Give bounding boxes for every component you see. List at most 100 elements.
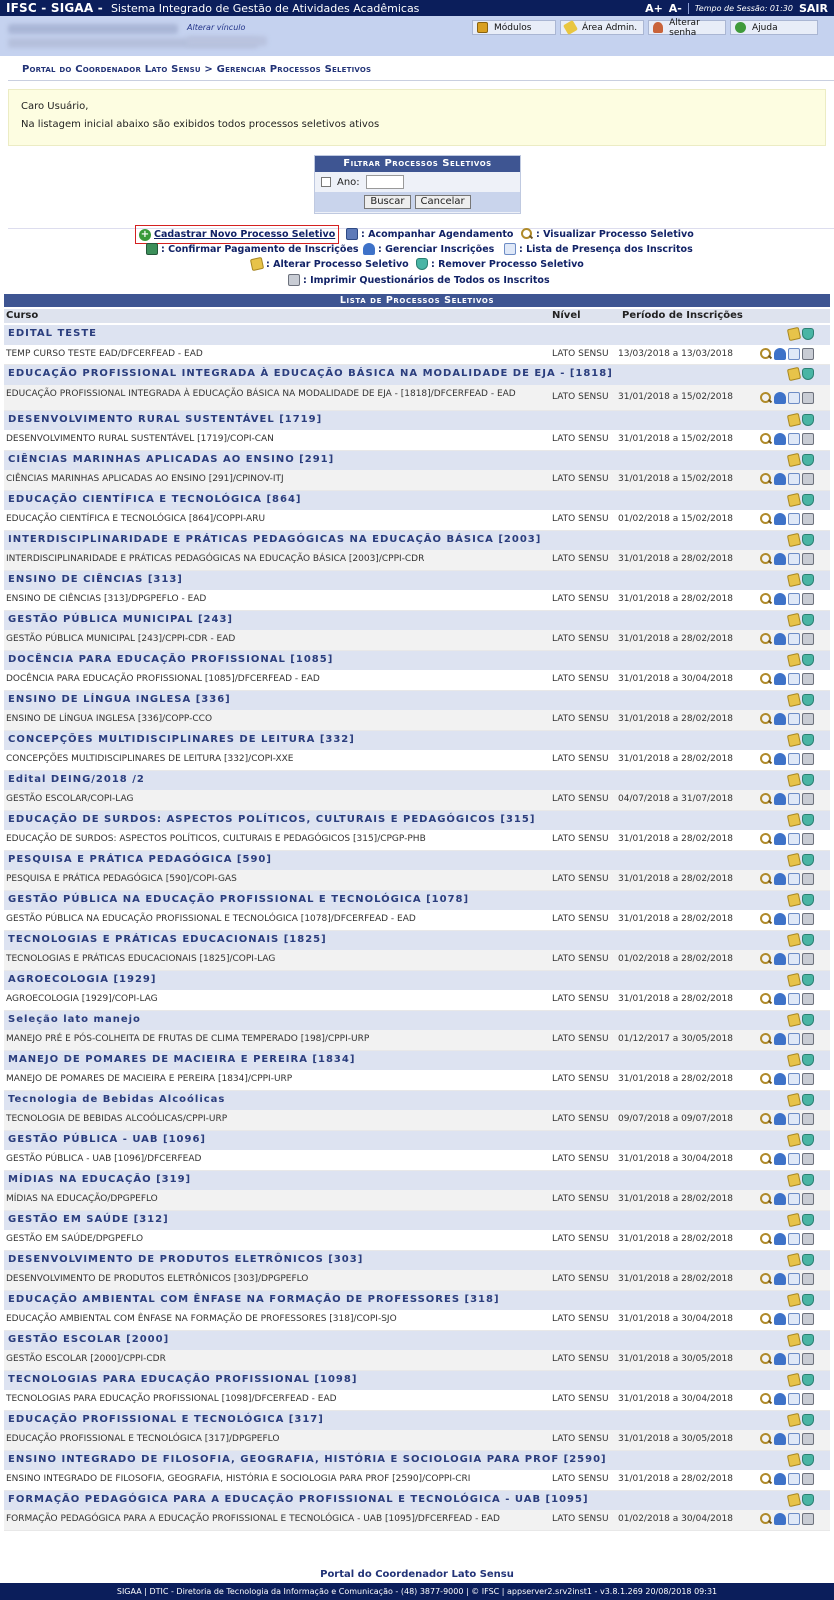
trash-icon[interactable] xyxy=(802,1293,814,1306)
magnifier-icon[interactable] xyxy=(760,1113,772,1125)
magnifier-icon[interactable] xyxy=(760,1073,772,1085)
magnifier-icon[interactable] xyxy=(760,1233,772,1245)
users-icon[interactable] xyxy=(774,633,786,645)
users-icon[interactable] xyxy=(774,433,786,445)
printer-icon[interactable] xyxy=(802,633,814,645)
users-icon[interactable] xyxy=(774,913,786,925)
trash-icon[interactable] xyxy=(802,1093,814,1106)
magnifier-icon[interactable] xyxy=(760,593,772,605)
printer-icon[interactable] xyxy=(802,1273,814,1285)
list-icon[interactable] xyxy=(788,1393,800,1405)
magnifier-icon[interactable] xyxy=(760,433,772,445)
list-icon[interactable] xyxy=(788,1153,800,1165)
users-icon[interactable] xyxy=(774,1353,786,1365)
year-input[interactable] xyxy=(365,175,404,189)
magnifier-icon[interactable] xyxy=(760,1393,772,1405)
magnifier-icon[interactable] xyxy=(760,753,772,765)
users-icon[interactable] xyxy=(774,1153,786,1165)
list-icon[interactable] xyxy=(788,713,800,725)
list-icon[interactable] xyxy=(788,1033,800,1045)
trash-icon[interactable] xyxy=(802,453,814,466)
pencil-icon[interactable] xyxy=(786,1492,802,1507)
trash-icon[interactable] xyxy=(802,1413,814,1426)
users-icon[interactable] xyxy=(774,1313,786,1325)
list-icon[interactable] xyxy=(788,1193,800,1205)
trash-icon[interactable] xyxy=(802,368,814,380)
font-increase-button[interactable]: A+ xyxy=(645,2,663,15)
magnifier-icon[interactable] xyxy=(760,873,772,885)
pencil-icon[interactable] xyxy=(786,1372,802,1387)
magnifier-icon[interactable] xyxy=(760,473,772,485)
trash-icon[interactable] xyxy=(802,413,814,426)
trash-icon[interactable] xyxy=(802,1333,814,1346)
list-icon[interactable] xyxy=(788,433,800,445)
magnifier-icon[interactable] xyxy=(760,1033,772,1045)
printer-icon[interactable] xyxy=(802,1513,814,1525)
printer-icon[interactable] xyxy=(802,1193,814,1205)
list-icon[interactable] xyxy=(788,1273,800,1285)
list-icon[interactable] xyxy=(788,1353,800,1365)
users-icon[interactable] xyxy=(774,1513,786,1525)
year-checkbox[interactable] xyxy=(321,177,331,187)
trash-icon[interactable] xyxy=(802,893,814,906)
pencil-icon[interactable] xyxy=(786,652,802,667)
list-icon[interactable] xyxy=(788,953,800,965)
pencil-icon[interactable] xyxy=(786,412,802,427)
printer-icon[interactable] xyxy=(802,793,814,805)
list-icon[interactable] xyxy=(788,553,800,565)
list-icon[interactable] xyxy=(788,473,800,485)
printer-icon[interactable] xyxy=(802,1033,814,1045)
list-icon[interactable] xyxy=(788,1433,800,1445)
magnifier-icon[interactable] xyxy=(760,1313,772,1325)
trash-icon[interactable] xyxy=(802,1453,814,1466)
printer-icon[interactable] xyxy=(802,391,814,404)
users-icon[interactable] xyxy=(774,673,786,685)
users-icon[interactable] xyxy=(774,793,786,805)
users-icon[interactable] xyxy=(774,473,786,485)
users-icon[interactable] xyxy=(774,993,786,1005)
magnifier-icon[interactable] xyxy=(760,673,772,685)
list-icon[interactable] xyxy=(788,633,800,645)
pencil-icon[interactable] xyxy=(786,1412,802,1427)
list-icon[interactable] xyxy=(788,913,800,925)
printer-icon[interactable] xyxy=(802,513,814,525)
trash-icon[interactable] xyxy=(802,693,814,706)
users-icon[interactable] xyxy=(774,1033,786,1045)
pencil-icon[interactable] xyxy=(786,932,802,947)
logout-button[interactable]: SAIR xyxy=(799,2,828,15)
list-icon[interactable] xyxy=(788,673,800,685)
users-icon[interactable] xyxy=(774,1073,786,1085)
trash-icon[interactable] xyxy=(802,813,814,826)
printer-icon[interactable] xyxy=(802,873,814,885)
portal-footer-link[interactable]: Portal do Coordenador Lato Sensu xyxy=(0,1569,834,1580)
list-icon[interactable] xyxy=(788,753,800,765)
printer-icon[interactable] xyxy=(802,553,814,565)
trash-icon[interactable] xyxy=(802,328,814,340)
alter-link[interactable]: Alterar vínculo xyxy=(187,23,245,32)
trash-icon[interactable] xyxy=(802,1013,814,1026)
magnifier-icon[interactable] xyxy=(760,391,772,404)
users-icon[interactable] xyxy=(774,553,786,565)
magnifier-icon[interactable] xyxy=(760,1193,772,1205)
printer-icon[interactable] xyxy=(802,833,814,845)
list-icon[interactable] xyxy=(788,793,800,805)
users-icon[interactable] xyxy=(774,1273,786,1285)
cancel-button[interactable]: Cancelar xyxy=(414,195,471,209)
magnifier-icon[interactable] xyxy=(760,993,772,1005)
magnifier-icon[interactable] xyxy=(760,553,772,565)
magnifier-icon[interactable] xyxy=(760,513,772,525)
magnifier-icon[interactable] xyxy=(760,833,772,845)
list-icon[interactable] xyxy=(788,347,800,360)
trash-icon[interactable] xyxy=(802,1133,814,1146)
users-icon[interactable] xyxy=(774,1233,786,1245)
pencil-icon[interactable] xyxy=(786,732,802,747)
pencil-icon[interactable] xyxy=(786,572,802,587)
trash-icon[interactable] xyxy=(802,853,814,866)
pencil-icon[interactable] xyxy=(786,892,802,907)
users-icon[interactable] xyxy=(774,873,786,885)
pencil-icon[interactable] xyxy=(786,972,802,987)
magnifier-icon[interactable] xyxy=(760,1273,772,1285)
add-process-button[interactable]: + Cadastrar Novo Processo Seletivo xyxy=(135,225,340,244)
pencil-icon[interactable] xyxy=(786,612,802,627)
magnifier-icon[interactable] xyxy=(760,1353,772,1365)
